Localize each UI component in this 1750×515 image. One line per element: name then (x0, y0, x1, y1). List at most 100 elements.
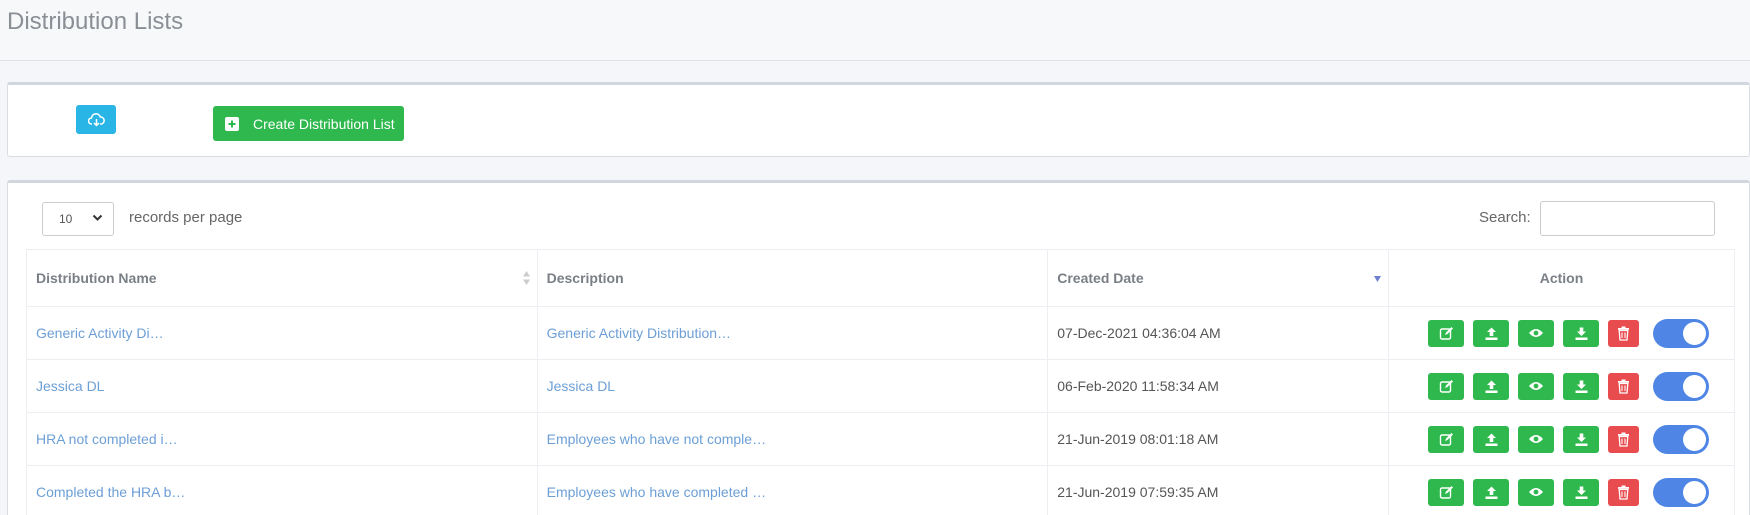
cell-name: Generic Activity Di… (26, 306, 538, 360)
page-length-value: 10 (59, 212, 73, 226)
upload-icon (1485, 486, 1497, 499)
cell-actions (1388, 412, 1735, 466)
download-button[interactable] (1563, 319, 1599, 347)
download-button[interactable] (1563, 372, 1599, 400)
delete-button[interactable] (1608, 319, 1639, 347)
download-button[interactable] (1563, 478, 1599, 506)
cell-description: Jessica DL (536, 359, 1049, 413)
chevron-down-icon (92, 214, 103, 221)
description-link[interactable]: Jessica DL (547, 378, 615, 394)
upload-icon (1485, 433, 1497, 446)
cell-name: Completed the HRA b… (26, 465, 538, 515)
cloud-download-button[interactable] (76, 105, 116, 134)
edit-icon (1439, 326, 1453, 340)
page-title: Distribution Lists (7, 8, 184, 35)
column-header-name-label: Distribution Name (36, 270, 157, 286)
cell-actions (1388, 359, 1735, 413)
column-header-action-label: Action (1539, 270, 1584, 286)
trash-icon (1618, 379, 1629, 394)
cell-created-date: 21-Jun-2019 07:59:35 AM (1047, 465, 1389, 515)
distribution-name-link[interactable]: Jessica DL (36, 378, 104, 394)
download-icon (1575, 327, 1587, 340)
cloud-download-icon (87, 112, 105, 127)
distribution-name-link[interactable]: HRA not completed i… (36, 431, 178, 447)
description-link[interactable]: Employees who have not comple… (547, 431, 766, 447)
status-toggle[interactable] (1653, 318, 1709, 348)
cell-actions (1388, 465, 1735, 515)
view-button[interactable] (1518, 372, 1554, 400)
distribution-name-link[interactable]: Generic Activity Di… (36, 325, 164, 341)
create-distribution-list-button[interactable]: Create Distribution List (213, 106, 404, 141)
toolbar-panel: Create Distribution List (7, 82, 1750, 157)
download-icon (1575, 433, 1587, 446)
delete-button[interactable] (1608, 372, 1639, 400)
eye-icon (1529, 329, 1543, 337)
status-toggle[interactable] (1653, 424, 1709, 454)
records-per-page-label: records per page (129, 209, 243, 226)
upload-button[interactable] (1473, 478, 1509, 506)
download-icon (1575, 380, 1587, 393)
edit-button[interactable] (1428, 372, 1464, 400)
eye-icon (1529, 488, 1543, 496)
distribution-table: Distribution Name Description Created Da… (26, 249, 1735, 515)
sort-both-icon (522, 271, 530, 285)
cell-created-date: 06-Feb-2020 11:58:34 AM (1047, 359, 1389, 413)
edit-button[interactable] (1428, 319, 1464, 347)
eye-icon (1529, 382, 1543, 390)
cell-description: Employees who have not comple… (536, 412, 1049, 466)
list-panel: 10 records per page Search: Distribution… (7, 180, 1750, 515)
view-button[interactable] (1518, 319, 1554, 347)
toggle-knob (1683, 480, 1706, 504)
delete-button[interactable] (1608, 425, 1639, 453)
edit-icon (1439, 432, 1453, 446)
search-input[interactable] (1540, 201, 1715, 236)
cell-name: HRA not completed i… (26, 412, 538, 466)
trash-icon (1618, 326, 1629, 341)
sort-desc-icon (1374, 276, 1381, 282)
row-actions (1398, 424, 1734, 454)
table-row: HRA not completed i… Employees who have n… (26, 412, 1735, 466)
cell-description: Employees who have completed … (536, 465, 1049, 515)
toggle-knob (1683, 427, 1706, 451)
distribution-name-link[interactable]: Completed the HRA b… (36, 484, 185, 500)
upload-button[interactable] (1473, 372, 1509, 400)
column-header-description-label: Description (546, 270, 624, 286)
created-date: 06-Feb-2020 11:58:34 AM (1057, 378, 1219, 394)
edit-icon (1439, 485, 1453, 499)
create-button-label: Create Distribution List (253, 115, 395, 132)
page-length-select[interactable]: 10 (42, 202, 114, 236)
upload-button[interactable] (1473, 425, 1509, 453)
description-link[interactable]: Employees who have completed … (547, 484, 766, 500)
edit-button[interactable] (1428, 425, 1464, 453)
status-toggle[interactable] (1653, 477, 1709, 507)
created-date: 07-Dec-2021 04:36:04 AM (1057, 325, 1221, 341)
column-header-name[interactable]: Distribution Name (26, 249, 538, 307)
delete-button[interactable] (1608, 478, 1639, 506)
toggle-knob (1683, 321, 1706, 345)
download-icon (1575, 486, 1587, 499)
table-header-row: Distribution Name Description Created Da… (26, 249, 1735, 307)
table-row: Completed the HRA b… Employees who have c… (26, 465, 1735, 515)
column-header-description[interactable]: Description (536, 249, 1049, 307)
upload-icon (1485, 380, 1497, 393)
description-link[interactable]: Generic Activity Distribution… (547, 325, 731, 341)
download-button[interactable] (1563, 425, 1599, 453)
row-actions (1398, 477, 1734, 507)
edit-button[interactable] (1428, 478, 1464, 506)
cell-actions (1388, 306, 1735, 360)
trash-icon (1618, 432, 1629, 447)
column-header-created-label: Created Date (1057, 270, 1144, 286)
view-button[interactable] (1518, 478, 1554, 506)
upload-button[interactable] (1473, 319, 1509, 347)
column-header-created-date[interactable]: Created Date (1047, 249, 1389, 307)
upload-icon (1485, 327, 1497, 340)
created-date: 21-Jun-2019 07:59:35 AM (1057, 484, 1219, 500)
created-date: 21-Jun-2019 08:01:18 AM (1057, 431, 1219, 447)
table-row: Jessica DL Jessica DL 06-Feb-2020 11:58:34… (26, 359, 1735, 413)
edit-icon (1439, 379, 1453, 393)
row-actions (1398, 318, 1734, 348)
status-toggle[interactable] (1653, 371, 1709, 401)
row-actions (1398, 371, 1734, 401)
view-button[interactable] (1518, 425, 1554, 453)
cell-created-date: 21-Jun-2019 08:01:18 AM (1047, 412, 1389, 466)
